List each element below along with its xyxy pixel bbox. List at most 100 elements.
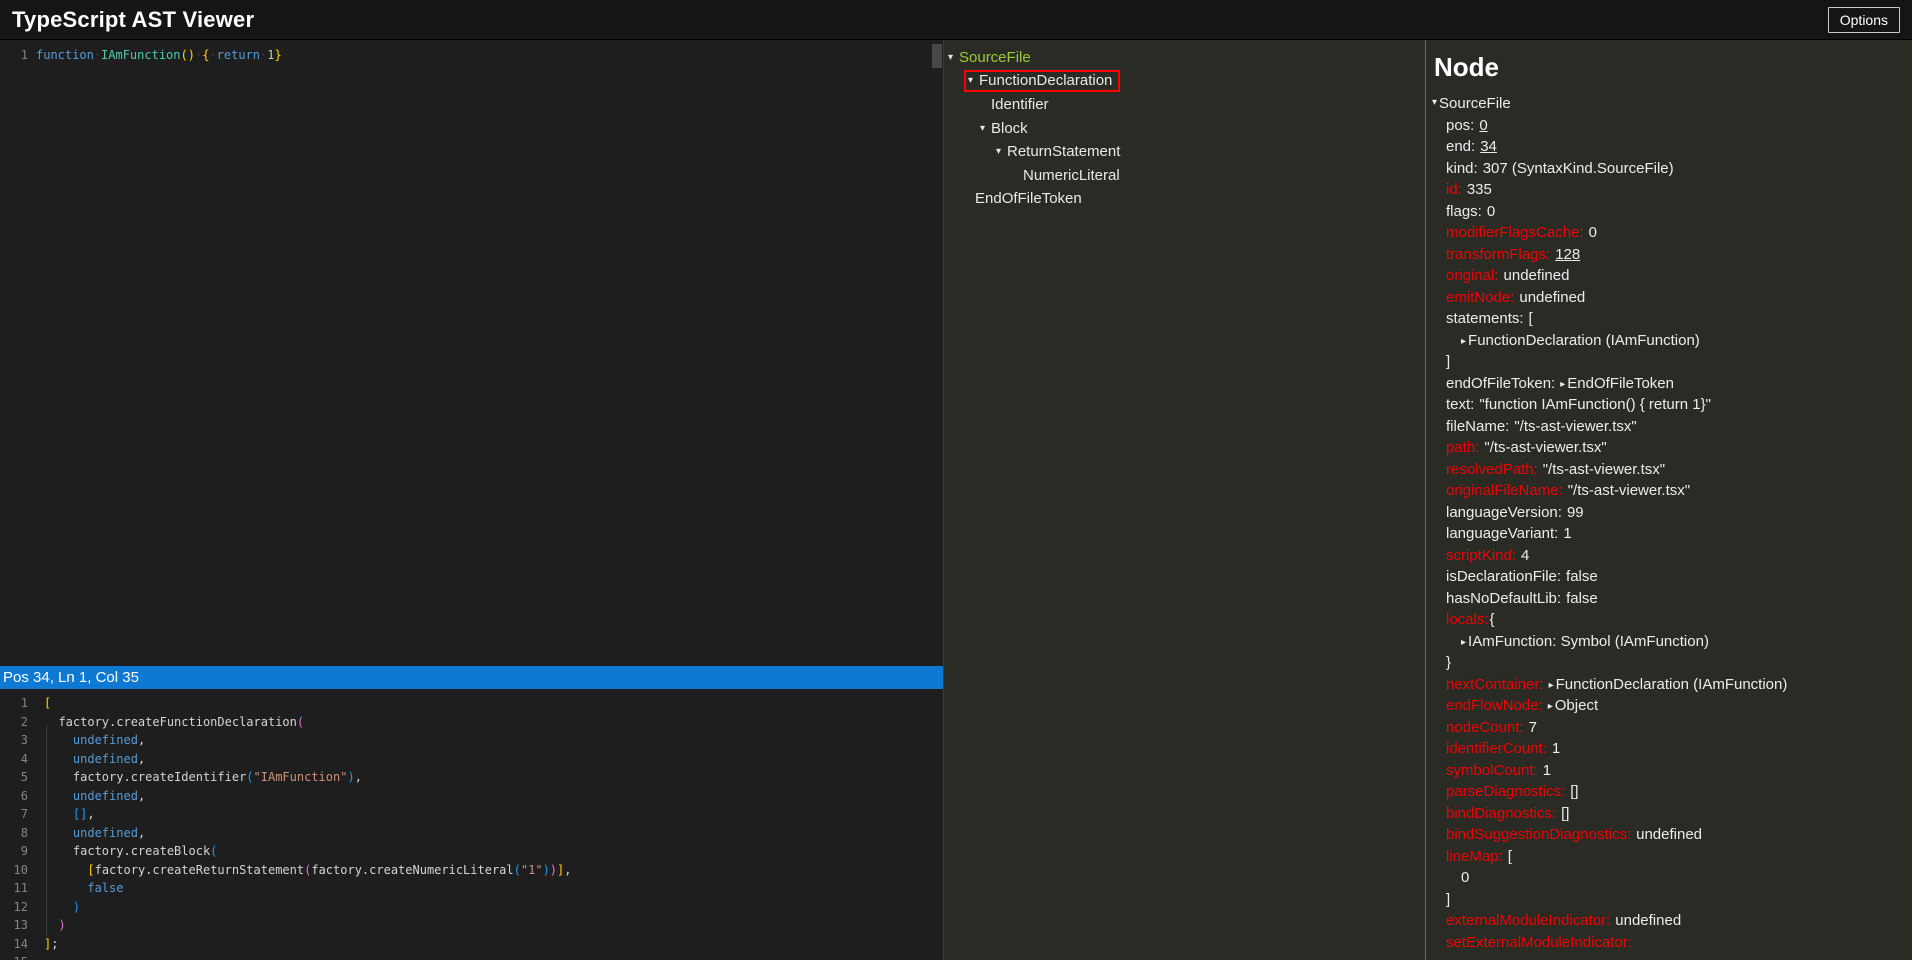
chevron-right-icon[interactable]: ▸ [1461, 331, 1466, 353]
property-array-item: ▸IAmFunction: Symbol (IAmFunction) [1426, 631, 1912, 653]
code-token: , [138, 826, 145, 840]
editor-scrollbar-thumb[interactable] [932, 44, 942, 68]
property-value: "function IAmFunction() { return 1}" [1479, 396, 1711, 413]
factory-code-panel[interactable]: 1[2 factory.createFunctionDeclaration(3 … [0, 689, 943, 960]
tree-node-endoffiletoken[interactable]: EndOfFileToken [975, 187, 1425, 211]
property-value[interactable]: ▸IAmFunction: Symbol (IAmFunction) [1461, 633, 1709, 650]
factory-code-line: 15 [0, 953, 943, 960]
factory-code-line: 3 undefined, [0, 731, 943, 750]
tree-node-sourcefile[interactable]: ▾SourceFile [948, 46, 1425, 70]
property-value[interactable]: ▸FunctionDeclaration (IAmFunction) [1549, 676, 1788, 693]
property-text: text:"function IAmFunction() { return 1}… [1426, 394, 1912, 416]
code-token: factory.createFunctionDeclaration [44, 715, 297, 729]
code-token: IAmFunction [101, 48, 180, 62]
factory-code-text: false [44, 879, 123, 898]
tree-node-block[interactable]: ▾Block [980, 117, 1425, 141]
property-value[interactable]: 34 [1480, 138, 1497, 155]
node-root-row[interactable]: ▾ SourceFile [1426, 93, 1912, 115]
factory-code-text: factory.createBlock( [44, 842, 217, 861]
property-value[interactable]: ▸Object [1548, 697, 1598, 714]
property-key: languageVariant: [1446, 525, 1558, 542]
property-key: endOfFileToken: [1446, 375, 1555, 392]
code-token: , [355, 770, 362, 784]
chevron-right-icon[interactable]: ▸ [1548, 696, 1553, 718]
chevron-right-icon[interactable]: ▸ [1560, 374, 1565, 396]
tree-node-returnstatement[interactable]: ▾ReturnStatement [996, 140, 1425, 164]
tree-node-identifier[interactable]: Identifier [991, 93, 1425, 117]
code-token [44, 789, 73, 803]
factory-code-line: 10 [factory.createReturnStatement(factor… [0, 861, 943, 880]
code-token: ( [246, 770, 253, 784]
factory-code-text: undefined, [44, 750, 145, 769]
property-value: undefined [1519, 289, 1585, 306]
chevron-down-icon[interactable]: ▾ [968, 75, 979, 86]
code-token [44, 881, 87, 895]
property-value[interactable]: 0 [1479, 117, 1487, 134]
property-value[interactable]: ▸EndOfFileToken [1560, 375, 1674, 392]
code-token: ) [550, 863, 557, 877]
code-token: "IAmFunction" [254, 770, 348, 784]
property-value: 307 (SyntaxKind.SourceFile) [1483, 160, 1674, 177]
property-languageVariant: languageVariant:1 [1426, 523, 1912, 545]
property-key: languageVersion: [1446, 504, 1562, 521]
code-token: ( [514, 863, 521, 877]
line-number: 13 [0, 916, 28, 935]
code-token: undefined [73, 733, 138, 747]
line-number: 7 [0, 805, 28, 824]
factory-code-line: 12 ) [0, 898, 943, 917]
property-locals: locals:{ [1426, 609, 1912, 631]
code-token: [ [87, 863, 94, 877]
factory-code-line: 7 [], [0, 805, 943, 824]
property-original: original:undefined [1426, 265, 1912, 287]
property-value: 99 [1567, 504, 1584, 521]
property-endFlowNode: endFlowNode:▸Object [1426, 695, 1912, 717]
chevron-down-icon[interactable]: ▾ [980, 123, 991, 134]
property-hasNoDefaultLib: hasNoDefaultLib:false [1426, 588, 1912, 610]
tree-node-functiondeclaration[interactable]: ▾FunctionDeclaration [964, 70, 1425, 94]
property-key: identifierCount: [1446, 740, 1547, 757]
property-array-item: 0 [1426, 867, 1912, 889]
chevron-right-icon[interactable]: ▸ [1549, 675, 1554, 697]
chevron-down-icon[interactable]: ▾ [996, 146, 1007, 157]
property-key: resolvedPath: [1446, 461, 1538, 478]
property-pos: pos:0 [1426, 115, 1912, 137]
chevron-down-icon[interactable]: ▾ [948, 52, 959, 63]
code-token: ) [543, 863, 550, 877]
code-token: undefined [73, 826, 138, 840]
property-endOfFileToken: endOfFileToken: ▸EndOfFileToken [1426, 373, 1912, 395]
property-key: scriptKind: [1446, 547, 1516, 564]
ast-tree-panel: ▾SourceFile▾FunctionDeclarationIdentifie… [943, 40, 1425, 960]
tree-node-numericliteral[interactable]: NumericLiteral [1023, 164, 1425, 188]
property-key: setExternalModuleIndicator: [1446, 934, 1632, 951]
property-value[interactable]: ▸FunctionDeclaration (IAmFunction) [1461, 332, 1700, 349]
property-key: originalFileName: [1446, 482, 1563, 499]
code-token: , [87, 807, 94, 821]
chevron-right-icon[interactable]: ▸ [1461, 632, 1466, 654]
property-key: bindSuggestionDiagnostics: [1446, 826, 1631, 843]
property-externalModuleIndicator: externalModuleIndicator:undefined [1426, 910, 1912, 932]
property-value: [ [1529, 310, 1533, 327]
code-token: factory.createNumericLiteral [311, 863, 513, 877]
tree-node-label: ReturnStatement [1007, 143, 1120, 160]
tree-node-label: NumericLiteral [1023, 167, 1120, 184]
factory-code-line: 4 undefined, [0, 750, 943, 769]
property-value: "/ts-ast-viewer.tsx" [1484, 439, 1606, 456]
property-nextContainer: nextContainer:▸FunctionDeclaration (IAmF… [1426, 674, 1912, 696]
property-value[interactable]: 128 [1555, 246, 1580, 263]
property-isDeclarationFile: isDeclarationFile:false [1426, 566, 1912, 588]
code-token: undefined [73, 789, 138, 803]
whitespace-dot: · [209, 48, 216, 62]
property-modifierFlagsCache: modifierFlagsCache:0 [1426, 222, 1912, 244]
property-value: 0 [1461, 869, 1469, 886]
property-bindSuggestionDiagnostics: bindSuggestionDiagnostics: undefined [1426, 824, 1912, 846]
code-token: ) [58, 918, 65, 932]
options-button[interactable]: Options [1828, 7, 1900, 33]
factory-code-text: factory.createIdentifier("IAmFunction"), [44, 768, 362, 787]
property-value: undefined [1636, 826, 1702, 843]
source-code-editor[interactable]: 1 function·IAmFunction()·{·return·1} [0, 40, 943, 666]
property-statements: statements: [ [1426, 308, 1912, 330]
factory-code-text: [ [44, 694, 51, 713]
factory-code-text: ) [44, 916, 66, 935]
property-key: transformFlags: [1446, 246, 1550, 263]
property-key: statements: [1446, 310, 1524, 327]
